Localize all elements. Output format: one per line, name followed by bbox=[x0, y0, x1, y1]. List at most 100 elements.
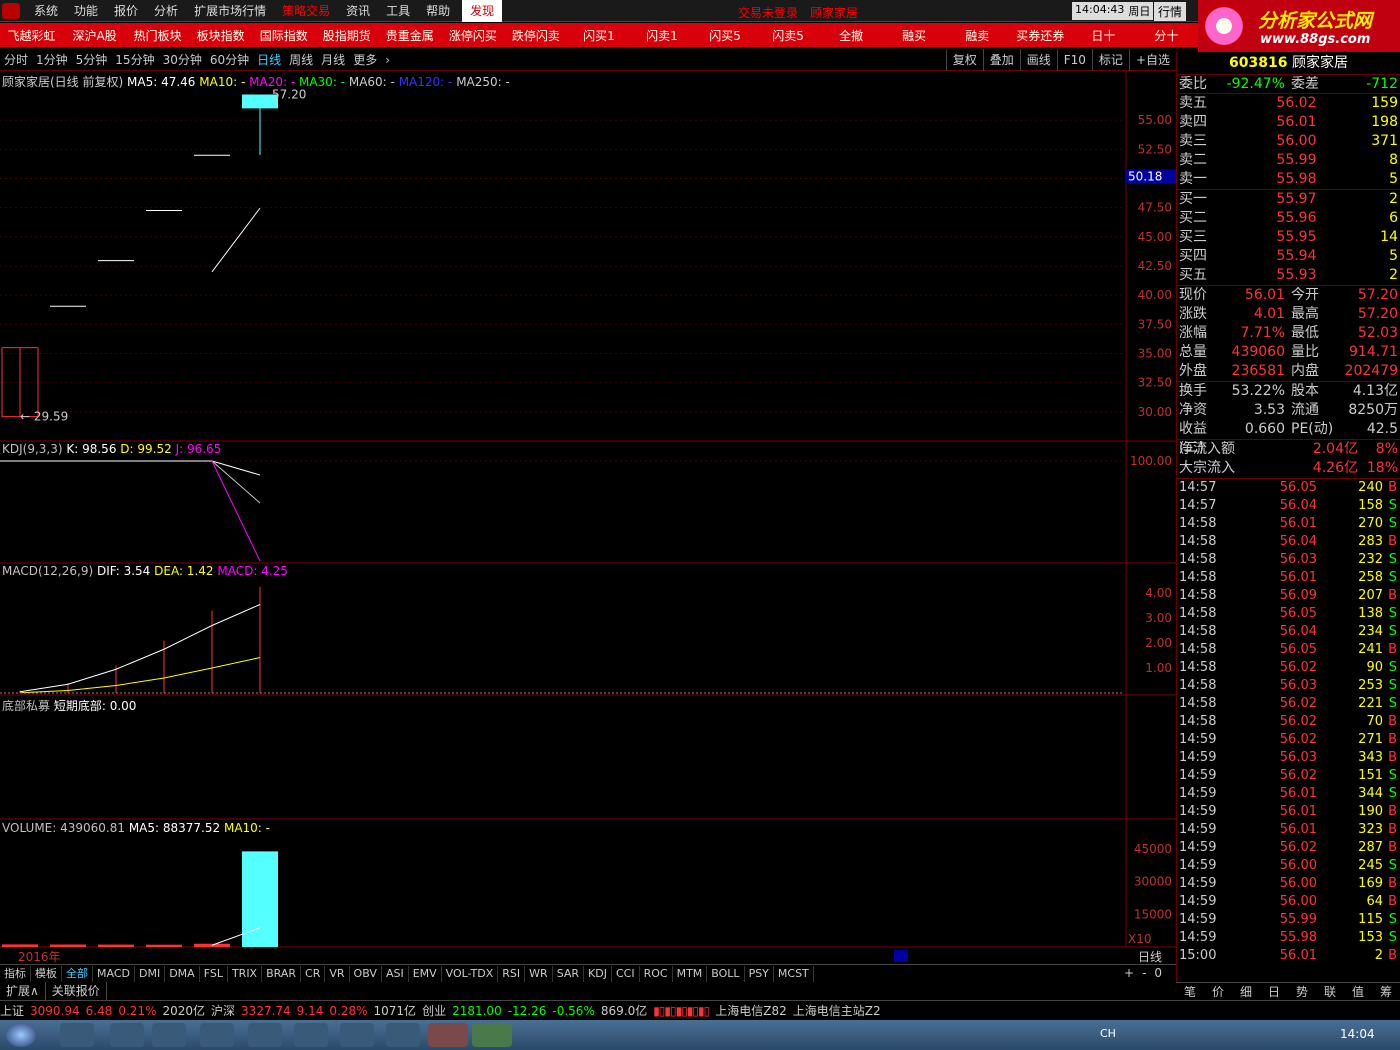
language-indicator[interactable]: CH bbox=[1100, 1027, 1116, 1040]
order-row[interactable]: 买四 55.94 5 bbox=[1177, 247, 1400, 266]
order-row[interactable]: 买一 55.97 2 bbox=[1177, 190, 1400, 209]
quick-button[interactable]: 股指期货 bbox=[315, 27, 378, 44]
chart-tool-button[interactable]: 画线 bbox=[1019, 49, 1057, 71]
login-status[interactable]: 交易未登录 bbox=[738, 4, 798, 21]
app-icon[interactable] bbox=[340, 1023, 374, 1047]
indicator-tab[interactable]: WR bbox=[525, 965, 553, 982]
quick-button[interactable]: 闪卖5 bbox=[757, 27, 820, 44]
indicator-tab[interactable]: SAR bbox=[553, 965, 585, 982]
quote-button[interactable]: 行情 bbox=[1154, 2, 1187, 21]
menu-item[interactable]: 资讯 bbox=[338, 0, 378, 22]
quote-tab[interactable]: 势 bbox=[1288, 983, 1316, 1000]
chrome-icon[interactable] bbox=[200, 1023, 234, 1047]
indicator-tab[interactable]: 全部 bbox=[62, 965, 93, 982]
period-tab[interactable]: 60分钟 bbox=[206, 51, 253, 68]
menu-item[interactable]: 工具 bbox=[378, 0, 418, 22]
order-row[interactable]: 卖四 56.01 198 bbox=[1177, 113, 1400, 132]
indicator-tab[interactable]: BRAR bbox=[262, 965, 302, 982]
order-row[interactable]: 卖二 55.99 8 bbox=[1177, 151, 1400, 170]
quote-tab[interactable]: 联 bbox=[1316, 983, 1344, 1000]
indicator-tab[interactable]: MACD bbox=[93, 965, 135, 982]
menu-item[interactable]: 帮助 bbox=[418, 0, 458, 22]
menu-item[interactable]: 分析 bbox=[146, 0, 186, 22]
ext-tab[interactable]: 关联报价 bbox=[46, 982, 107, 1000]
quote-tab[interactable]: 筹 bbox=[1372, 983, 1400, 1000]
quick-button[interactable]: 涨停闪买 bbox=[441, 27, 504, 44]
start-button-icon[interactable] bbox=[6, 1023, 36, 1047]
indicator-tab[interactable]: EMV bbox=[409, 965, 442, 982]
period-tab[interactable]: 30分钟 bbox=[159, 51, 206, 68]
indicator-tab[interactable]: 指标 bbox=[0, 965, 31, 982]
quick-button[interactable]: 飞越彩虹 bbox=[0, 27, 63, 44]
indicator-tab[interactable]: BOLL bbox=[707, 965, 745, 982]
indicator-tab[interactable]: CR bbox=[301, 965, 326, 982]
server-1[interactable]: 上海电信Z82 bbox=[715, 1002, 787, 1019]
quick-button[interactable]: 分十 bbox=[1135, 27, 1198, 44]
indicator-tab[interactable]: VOL-TDX bbox=[442, 965, 499, 982]
menu-item[interactable]: 策略交易 bbox=[274, 0, 338, 22]
period-tab[interactable]: 分时 bbox=[0, 51, 32, 68]
quote-tab[interactable]: 日 bbox=[1260, 983, 1288, 1000]
order-row[interactable]: 买二 55.96 6 bbox=[1177, 209, 1400, 228]
quick-button[interactable]: 融买 bbox=[883, 27, 946, 44]
stock-app-icon[interactable] bbox=[428, 1023, 468, 1047]
order-row[interactable]: 买三 55.95 14 bbox=[1177, 228, 1400, 247]
quick-button[interactable]: 融卖 bbox=[946, 27, 1009, 44]
indicator-tab[interactable]: ROC bbox=[640, 965, 673, 982]
chevron-right-icon[interactable]: › bbox=[381, 53, 394, 67]
chart-tool-button[interactable]: 叠加 bbox=[982, 49, 1020, 71]
quote-tab[interactable]: 细 bbox=[1232, 983, 1260, 1000]
period-tab[interactable]: 1分钟 bbox=[32, 51, 72, 68]
indicator-tab[interactable]: CCI bbox=[612, 965, 640, 982]
calculator-icon[interactable] bbox=[294, 1023, 328, 1047]
period-tab[interactable]: 更多 bbox=[349, 51, 381, 68]
quick-button[interactable]: 贵重金属 bbox=[378, 27, 441, 44]
quick-button[interactable]: 跌停闪卖 bbox=[504, 27, 567, 44]
quote-tab[interactable]: 笔 bbox=[1176, 983, 1204, 1000]
app-icon[interactable] bbox=[472, 1023, 512, 1047]
order-row[interactable]: 卖三 56.00 371 bbox=[1177, 132, 1400, 151]
indicator-tab[interactable]: ASI bbox=[382, 965, 409, 982]
order-row[interactable]: 卖一 55.98 5 bbox=[1177, 170, 1400, 189]
quick-button[interactable]: 闪买5 bbox=[694, 27, 757, 44]
taskbar-clock[interactable]: 14:04 bbox=[1340, 1027, 1375, 1041]
indicator-tab[interactable]: TRIX bbox=[228, 965, 263, 982]
quick-button[interactable]: 全撤 bbox=[820, 27, 883, 44]
indicator-tab[interactable]: MCST bbox=[774, 965, 814, 982]
app-icon[interactable] bbox=[386, 1023, 420, 1047]
menu-item[interactable]: 报价 bbox=[106, 0, 146, 22]
period-tab[interactable]: 周线 bbox=[285, 51, 317, 68]
menu-item[interactable]: 系统 bbox=[26, 0, 66, 22]
indicator-tab[interactable]: OBV bbox=[350, 965, 382, 982]
server-2[interactable]: 上海电信主站Z2 bbox=[793, 1002, 881, 1019]
quick-button[interactable]: 日十 bbox=[1072, 27, 1135, 44]
order-row[interactable]: 买五 55.93 2 bbox=[1177, 266, 1400, 285]
quick-button[interactable]: 买券还券 bbox=[1009, 27, 1072, 44]
indicator-tab[interactable]: PSY bbox=[745, 965, 774, 982]
indicator-tab[interactable]: MTM bbox=[673, 965, 708, 982]
period-tab[interactable]: 15分钟 bbox=[111, 51, 158, 68]
indicator-tab[interactable]: DMA bbox=[165, 965, 200, 982]
order-row[interactable]: 卖五 56.02 159 bbox=[1177, 94, 1400, 113]
quick-button[interactable]: 闪卖1 bbox=[630, 27, 693, 44]
menu-item-discover[interactable]: 发现 bbox=[462, 0, 503, 22]
chart-tool-button[interactable]: +自选 bbox=[1128, 49, 1176, 71]
app-icon[interactable] bbox=[248, 1023, 282, 1047]
indicator-tab[interactable]: VR bbox=[325, 965, 350, 982]
app-icon[interactable] bbox=[60, 1023, 94, 1047]
indicator-tab[interactable]: DMI bbox=[135, 965, 166, 982]
ext-tab[interactable]: 扩展∧ bbox=[0, 982, 46, 1000]
chart-area[interactable]: 55.0052.5050.0047.5045.0042.5040.0037.50… bbox=[0, 71, 1176, 966]
indicator-tab[interactable]: FSL bbox=[200, 965, 228, 982]
zoom-in-button[interactable]: + bbox=[1124, 966, 1134, 980]
chart-tool-button[interactable]: 标记 bbox=[1091, 49, 1129, 71]
quote-tab[interactable]: 价 bbox=[1204, 983, 1232, 1000]
ie-icon[interactable] bbox=[110, 1023, 144, 1047]
zoom-reset-button[interactable]: 0 bbox=[1154, 966, 1162, 980]
quick-button[interactable]: 闪买1 bbox=[567, 27, 630, 44]
indicator-tab[interactable]: 模板 bbox=[31, 965, 62, 982]
zoom-out-button[interactable]: - bbox=[1142, 966, 1146, 980]
folder-icon[interactable] bbox=[152, 1023, 186, 1047]
quick-button[interactable]: 热门板块 bbox=[126, 27, 189, 44]
quick-button[interactable]: 板块指数 bbox=[189, 27, 252, 44]
